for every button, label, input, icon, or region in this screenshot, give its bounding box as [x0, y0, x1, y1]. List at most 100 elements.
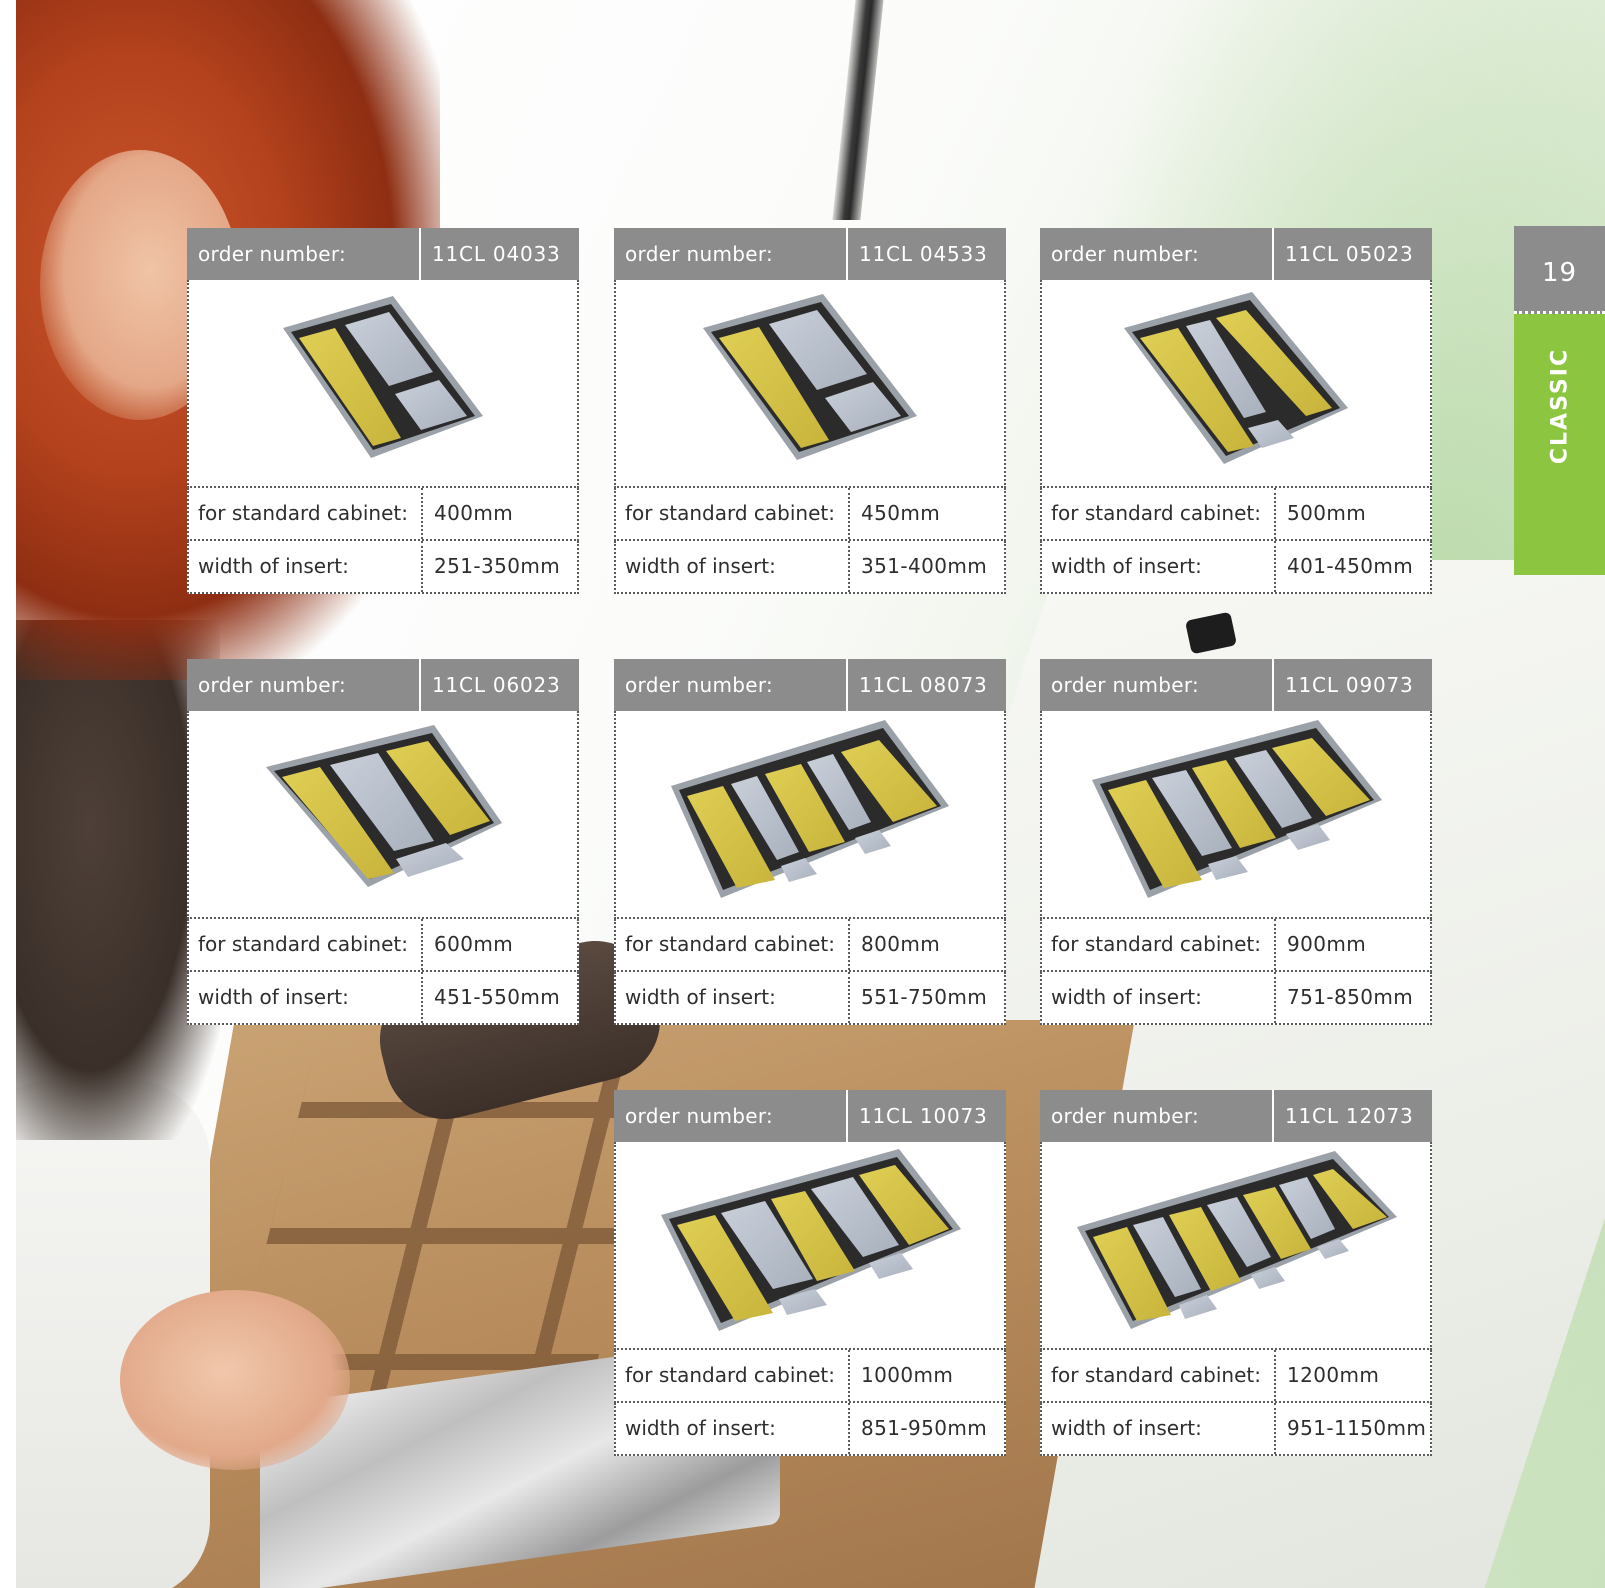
- hand: [120, 1290, 350, 1470]
- cabinet-row: for standard cabinet: 500mm: [1040, 488, 1432, 541]
- cutlery-tray-2-compartment-icon: [703, 294, 917, 460]
- order-number-value: 11CL 08073: [859, 673, 988, 697]
- order-number-row: order number: 11CL 04033: [187, 228, 579, 280]
- section-label: CLASSIC: [1547, 347, 1572, 465]
- insert-width-label: width of insert:: [189, 972, 423, 1023]
- cabinet-label: for standard cabinet:: [189, 488, 423, 539]
- product-card: order number: 11CL 06023 for standard ca…: [187, 659, 579, 1025]
- cabinet-value: 900mm: [1287, 932, 1367, 956]
- insert-width-value: 951-1150mm: [1287, 1416, 1427, 1440]
- order-number-value: 11CL 04033: [432, 242, 561, 266]
- insert-width-value: 451-550mm: [434, 985, 561, 1009]
- product-card: order number: 11CL 09073 for standard ca…: [1040, 659, 1432, 1025]
- insert-width-label: width of insert:: [616, 972, 850, 1023]
- insert-width-value: 551-750mm: [861, 985, 988, 1009]
- insert-width-value: 851-950mm: [861, 1416, 988, 1440]
- order-number-value: 11CL 06023: [432, 673, 561, 697]
- insert-width-value: 251-350mm: [434, 554, 561, 578]
- cabinet-label: for standard cabinet:: [1042, 488, 1276, 539]
- order-number-value: 11CL 12073: [1285, 1104, 1414, 1128]
- cutlery-tray-3-compartment-icon: [1124, 292, 1348, 464]
- insert-width-value: 401-450mm: [1287, 554, 1414, 578]
- order-number-label: order number:: [1040, 659, 1274, 711]
- cabinet-value: 800mm: [861, 932, 941, 956]
- cutlery-tray-5-compartment-icon: [1092, 720, 1382, 898]
- section-label-box: CLASSIC: [1514, 314, 1605, 575]
- insert-width-label: width of insert:: [1042, 972, 1276, 1023]
- order-number-label: order number:: [187, 659, 421, 711]
- order-number-row: order number: 11CL 05023: [1040, 228, 1432, 280]
- order-number-value: 11CL 05023: [1285, 242, 1414, 266]
- product-card: order number: 11CL 10073 for standard ca…: [614, 1090, 1006, 1456]
- insert-width-row: width of insert: 751-850mm: [1040, 972, 1432, 1025]
- order-number-value: 11CL 04533: [859, 242, 988, 266]
- cabinet-row: for standard cabinet: 400mm: [187, 488, 579, 541]
- cabinet-row: for standard cabinet: 900mm: [1040, 919, 1432, 972]
- cutlery-tray-2-compartment-icon: [283, 296, 483, 458]
- order-number-row: order number: 11CL 04533: [614, 228, 1006, 280]
- order-number-value: 11CL 09073: [1285, 673, 1414, 697]
- cabinet-row: for standard cabinet: 1200mm: [1040, 1350, 1432, 1403]
- section-tab: 19 CLASSIC: [1514, 226, 1605, 575]
- cutlery-tray-image: [187, 711, 579, 919]
- order-number-label: order number:: [614, 659, 848, 711]
- cutlery-tray-image: [1040, 280, 1432, 488]
- insert-width-row: width of insert: 251-350mm: [187, 541, 579, 594]
- cutlery-tray-7-compartment-icon: [1077, 1151, 1397, 1329]
- cabinet-row: for standard cabinet: 600mm: [187, 919, 579, 972]
- cutlery-tray-image: [1040, 1142, 1432, 1350]
- order-number-label: order number:: [1040, 228, 1274, 280]
- cabinet-row: for standard cabinet: 800mm: [614, 919, 1006, 972]
- cutlery-tray-image: [1040, 711, 1432, 919]
- order-number-value: 11CL 10073: [859, 1104, 988, 1128]
- insert-width-row: width of insert: 401-450mm: [1040, 541, 1432, 594]
- order-number-row: order number: 11CL 12073: [1040, 1090, 1432, 1142]
- insert-width-label: width of insert:: [616, 541, 850, 592]
- cabinet-value: 600mm: [434, 932, 514, 956]
- insert-width-row: width of insert: 951-1150mm: [1040, 1403, 1432, 1456]
- cabinet-label: for standard cabinet:: [616, 1350, 850, 1401]
- order-number-row: order number: 11CL 10073: [614, 1090, 1006, 1142]
- order-number-row: order number: 11CL 08073: [614, 659, 1006, 711]
- insert-width-row: width of insert: 351-400mm: [614, 541, 1006, 594]
- product-card: order number: 11CL 08073 for standard ca…: [614, 659, 1006, 1025]
- insert-width-value: 351-400mm: [861, 554, 988, 578]
- cutlery-tray-image: [614, 280, 1006, 488]
- product-card: order number: 11CL 12073 for standard ca…: [1040, 1090, 1432, 1456]
- insert-width-row: width of insert: 451-550mm: [187, 972, 579, 1025]
- order-number-label: order number:: [1040, 1090, 1274, 1142]
- cutlery-tray-3-compartment-icon: [266, 725, 502, 887]
- cabinet-value: 500mm: [1287, 501, 1367, 525]
- product-card: order number: 11CL 04033 for standard ca…: [187, 228, 579, 594]
- insert-width-row: width of insert: 851-950mm: [614, 1403, 1006, 1456]
- product-card: order number: 11CL 05023 for standard ca…: [1040, 228, 1432, 594]
- cabinet-value: 1200mm: [1287, 1363, 1380, 1387]
- cutlery-tray-image: [187, 280, 579, 488]
- cabinet-label: for standard cabinet:: [189, 919, 423, 970]
- insert-width-value: 751-850mm: [1287, 985, 1414, 1009]
- cabinet-row: for standard cabinet: 1000mm: [614, 1350, 1006, 1403]
- page-margin: [0, 0, 16, 1588]
- cabinet-label: for standard cabinet:: [616, 488, 850, 539]
- insert-width-label: width of insert:: [189, 541, 423, 592]
- cutlery-tray-image: [614, 711, 1006, 919]
- cabinet-value: 450mm: [861, 501, 941, 525]
- insert-width-label: width of insert:: [616, 1403, 850, 1454]
- order-number-row: order number: 11CL 06023: [187, 659, 579, 711]
- order-number-label: order number:: [614, 228, 848, 280]
- cutlery-tray-image: [614, 1142, 1006, 1350]
- insert-width-label: width of insert:: [1042, 1403, 1276, 1454]
- order-number-label: order number:: [614, 1090, 848, 1142]
- cutlery-tray-5-compartment-icon: [661, 1149, 961, 1331]
- order-number-row: order number: 11CL 09073: [1040, 659, 1432, 711]
- cabinet-value: 400mm: [434, 501, 514, 525]
- cabinet-value: 1000mm: [861, 1363, 954, 1387]
- cutlery-tray-5-compartment-icon: [671, 720, 949, 898]
- cabinet-label: for standard cabinet:: [616, 919, 850, 970]
- product-card: order number: 11CL 04533 for standard ca…: [614, 228, 1006, 594]
- cabinet-label: for standard cabinet:: [1042, 919, 1276, 970]
- order-number-label: order number:: [187, 228, 421, 280]
- cabinet-row: for standard cabinet: 450mm: [614, 488, 1006, 541]
- insert-width-label: width of insert:: [1042, 541, 1276, 592]
- cabinet-label: for standard cabinet:: [1042, 1350, 1276, 1401]
